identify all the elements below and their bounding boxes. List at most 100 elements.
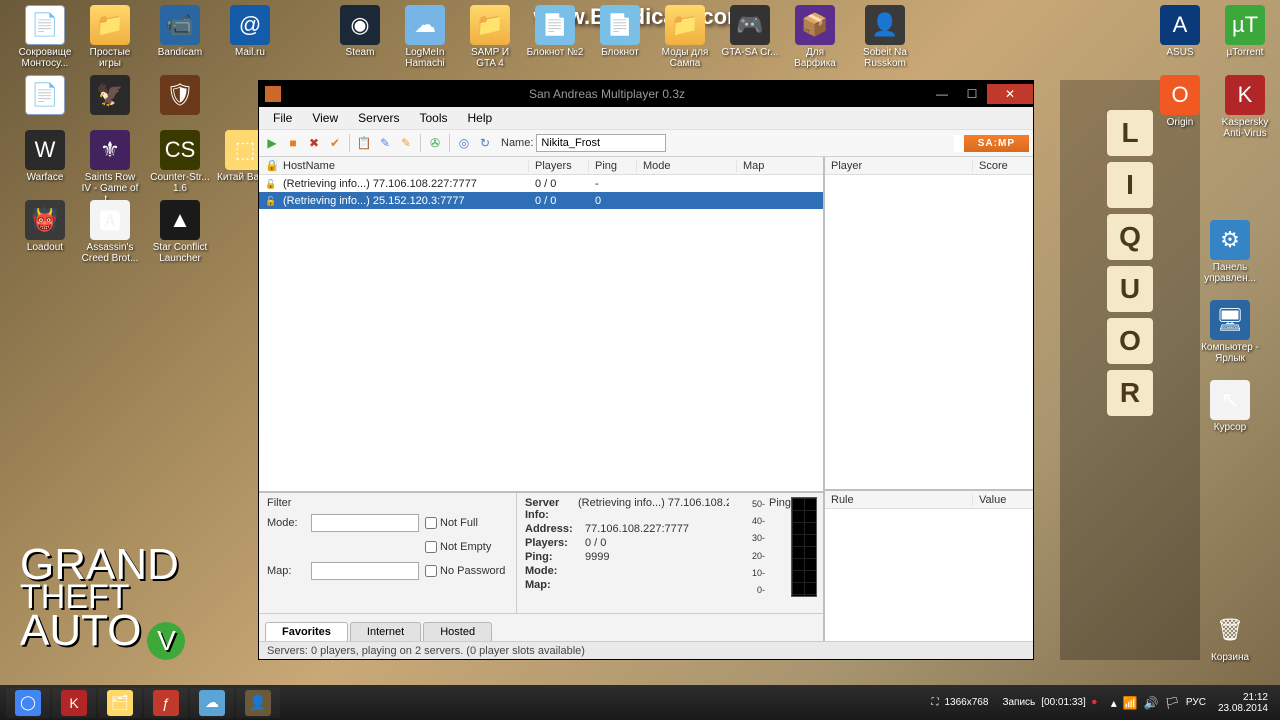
edit-icon[interactable]: ✎ bbox=[376, 134, 394, 152]
menu-view[interactable]: View bbox=[302, 109, 348, 127]
col-value[interactable]: Value bbox=[973, 494, 1033, 506]
menu-tools[interactable]: Tools bbox=[409, 109, 457, 127]
desktop-icon[interactable]: 📹Bandicam bbox=[150, 5, 210, 58]
tab-internet[interactable]: Internet bbox=[350, 622, 421, 641]
liquor-sign: LIQUOR bbox=[1060, 80, 1200, 660]
filter-panel: Filter Mode: Not Full Not Empty Map: No … bbox=[259, 493, 517, 613]
server-list-header: 🔒 HostName Players Ping Mode Map bbox=[259, 157, 823, 175]
col-ping[interactable]: Ping bbox=[589, 160, 637, 172]
tray-up-icon[interactable]: ▴ bbox=[1111, 696, 1117, 710]
filter-map-label: Map: bbox=[267, 565, 305, 577]
col-map[interactable]: Map bbox=[737, 160, 823, 172]
add-fav-icon[interactable]: ✔ bbox=[326, 134, 344, 152]
flash-icon[interactable]: ƒ bbox=[144, 688, 188, 718]
desktop-icon[interactable]: 📄Блокнот №2 bbox=[525, 5, 585, 58]
desktop-icon[interactable]: ◉Steam bbox=[330, 5, 390, 58]
desktop-icon[interactable]: 📄Блокнот bbox=[590, 5, 650, 58]
desktop-icon[interactable]: 🦅 bbox=[80, 75, 140, 117]
connect-icon[interactable]: ▶ bbox=[263, 134, 281, 152]
desktop-icon[interactable]: OOrigin bbox=[1150, 75, 1210, 128]
col-rule[interactable]: Rule bbox=[825, 494, 973, 506]
rules-panel: Rule Value bbox=[825, 491, 1033, 641]
server-list[interactable]: (Retrieving info...) 77.106.108.227:7777… bbox=[259, 175, 823, 491]
tab-favorites[interactable]: Favorites bbox=[265, 622, 348, 641]
maximize-button[interactable]: ☐ bbox=[957, 84, 987, 104]
desktop-icon[interactable]: KKaspersky Anti-Virus bbox=[1215, 75, 1275, 139]
desktop-icon[interactable]: 📁Моды для Сампа bbox=[655, 5, 715, 69]
desktop-icon[interactable]: 📄Сокровище Монтосу... bbox=[15, 5, 75, 69]
samp-icon[interactable]: 👤 bbox=[236, 688, 280, 718]
filter-notempty[interactable]: Not Empty bbox=[425, 541, 491, 553]
desktop-icon[interactable]: 📄 bbox=[15, 75, 75, 117]
titlebar[interactable]: San Andreas Multiplayer 0.3z — ☐ ✕ bbox=[259, 81, 1033, 107]
col-player[interactable]: Player bbox=[825, 160, 973, 172]
desktop-icon[interactable]: 📦Для Варфика bbox=[785, 5, 845, 69]
desktop-icon[interactable]: CSCounter-Str... 1.6 bbox=[150, 130, 210, 194]
col-score[interactable]: Score bbox=[973, 160, 1033, 172]
menu-help[interactable]: Help bbox=[458, 109, 503, 127]
desktop-icon[interactable]: 📁SAMP И GTA 4 bbox=[460, 5, 520, 69]
network-icon[interactable]: 📶 bbox=[1123, 696, 1138, 710]
server-row[interactable]: (Retrieving info...) 77.106.108.227:7777… bbox=[259, 175, 823, 192]
server-row[interactable]: (Retrieving info...) 25.152.120.3:77770 … bbox=[259, 192, 823, 209]
gtav-logo: grand theft autoV bbox=[20, 546, 185, 660]
filter-mode-input[interactable] bbox=[311, 514, 419, 532]
delete-icon[interactable]: ✖ bbox=[305, 134, 323, 152]
filter-nopass[interactable]: No Password bbox=[425, 565, 505, 577]
filter-mode-label: Mode: bbox=[267, 517, 305, 529]
language-indicator[interactable]: РУС bbox=[1186, 697, 1206, 708]
refresh-icon[interactable]: ✇ bbox=[426, 134, 444, 152]
menu-file[interactable]: File bbox=[263, 109, 302, 127]
col-mode[interactable]: Mode bbox=[637, 160, 737, 172]
desktop-icon[interactable]: AASUS bbox=[1150, 5, 1210, 58]
col-hostname[interactable]: HostName bbox=[277, 160, 529, 172]
copy-icon[interactable]: 📋 bbox=[355, 134, 373, 152]
desktop-icon[interactable]: 🛡 bbox=[150, 75, 210, 117]
ping-graph: 50-40-30-20-10-0- Ping bbox=[737, 493, 823, 613]
name-input[interactable] bbox=[536, 134, 666, 152]
desktop-icon[interactable]: ⚙Панель управлен... bbox=[1200, 220, 1260, 284]
kaspersky-icon[interactable]: K bbox=[52, 688, 96, 718]
recording-indicator[interactable]: Запись[00:01:33]⏺ bbox=[1002, 697, 1096, 708]
flag-icon[interactable]: 🏳 bbox=[1165, 696, 1180, 710]
desktop-icon[interactable]: ⚜Saints Row IV - Game of t... bbox=[80, 130, 140, 205]
desktop-icon[interactable]: @Mail.ru bbox=[220, 5, 280, 58]
desktop-icon[interactable]: 🖥Компьютер - Ярлык bbox=[1200, 300, 1260, 364]
server-info-panel: Server Info:(Retrieving info...) 77.106.… bbox=[517, 493, 737, 613]
menu-servers[interactable]: Servers bbox=[348, 109, 409, 127]
tabs: FavoritesInternetHosted bbox=[259, 613, 823, 641]
desktop-icon[interactable]: 📁Простые игры bbox=[80, 5, 140, 69]
tab-hosted[interactable]: Hosted bbox=[423, 622, 492, 641]
stop-icon[interactable]: ■ bbox=[284, 134, 302, 152]
filter-map-input[interactable] bbox=[311, 562, 419, 580]
desktop-icon[interactable]: 🅰Assassin's Creed Brot... bbox=[80, 200, 140, 264]
desktop-icon[interactable]: 👹Loadout bbox=[15, 200, 75, 253]
desktop-icon[interactable]: ▲Star Conflict Launcher bbox=[150, 200, 210, 264]
desktop-icon[interactable]: 👤Sobeit Na Russkom bbox=[855, 5, 915, 69]
col-lock-icon[interactable]: 🔒 bbox=[259, 159, 277, 172]
col-players[interactable]: Players bbox=[529, 160, 589, 172]
taskbar: ◯K🗂ƒ☁👤 ⛶1366x768 Запись[00:01:33]⏺ ▴ 📶 🔊… bbox=[0, 685, 1280, 720]
hamachi-icon[interactable]: ☁ bbox=[190, 688, 234, 718]
minimize-button[interactable]: — bbox=[927, 84, 957, 104]
samp-badge: SA:MP bbox=[954, 135, 1029, 152]
desktop-icon[interactable]: WWarface bbox=[15, 130, 75, 183]
chrome-icon[interactable]: ◯ bbox=[6, 688, 50, 718]
window-title: San Andreas Multiplayer 0.3z bbox=[287, 87, 927, 101]
desktop-icon[interactable]: 🎮GTA-SA Cr... bbox=[720, 5, 780, 58]
close-button[interactable]: ✕ bbox=[987, 84, 1033, 104]
desktop-icon[interactable]: ↖Курсор bbox=[1200, 380, 1260, 433]
desktop-icon[interactable]: ☁LogMeIn Hamachi bbox=[395, 5, 455, 69]
toolbar: ▶■✖✔📋✎✎✇◎↻ Name: SA:MP bbox=[259, 129, 1033, 157]
explorer-icon[interactable]: 🗂 bbox=[98, 688, 142, 718]
filter-notfull[interactable]: Not Full bbox=[425, 517, 478, 529]
desktop-icon[interactable]: µTµTorrent bbox=[1215, 5, 1275, 58]
clock[interactable]: 21:1223.08.2014 bbox=[1212, 692, 1274, 714]
players-panel: Player Score bbox=[825, 157, 1033, 491]
system-tray[interactable]: ▴ 📶 🔊 🏳 РУС 21:1223.08.2014 bbox=[1111, 692, 1274, 714]
reload-icon[interactable]: ↻ bbox=[476, 134, 494, 152]
volume-icon[interactable]: 🔊 bbox=[1144, 696, 1159, 710]
rename-icon[interactable]: ✎ bbox=[397, 134, 415, 152]
desktop-icon[interactable]: 🗑Корзина bbox=[1200, 610, 1260, 663]
web-icon[interactable]: ◎ bbox=[455, 134, 473, 152]
